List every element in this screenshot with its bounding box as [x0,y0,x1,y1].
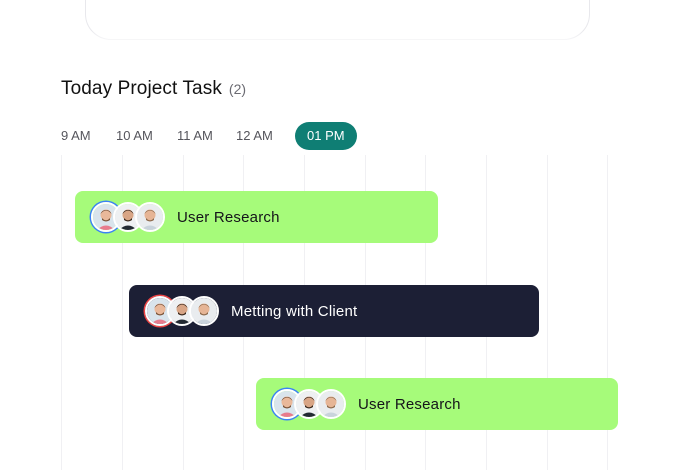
top-fade [60,30,620,46]
task-bar-user-research-2[interactable]: User Research [256,378,618,430]
task-count: (2) [228,81,247,97]
task-label: User Research [358,395,461,413]
time-slot-row: 9 AM 10 AM 11 AM 12 AM 01 PM [0,122,676,150]
time-slot-12am[interactable]: 12 AM [236,122,273,150]
avatar-group [91,202,165,232]
grid-line [61,155,62,470]
task-label: Metting with Client [231,302,358,320]
task-bar-user-research-1[interactable]: User Research [75,191,438,243]
avatar-man-light [316,389,346,419]
section-title: Today Project Task [61,78,222,99]
avatar-group [145,296,219,326]
avatar-man-light [135,202,165,232]
task-label: User Research [177,208,280,226]
time-slot-1pm-active[interactable]: 01 PM [295,122,357,150]
avatar-man-light [189,296,219,326]
time-slot-11am[interactable]: 11 AM [177,122,213,150]
time-slot-10am[interactable]: 10 AM [116,122,153,150]
time-slot-9am[interactable]: 9 AM [61,122,91,150]
task-bar-meeting-with-client[interactable]: Metting with Client [129,285,539,337]
section-header: Today Project Task (2) [61,78,246,100]
avatar-group [272,389,346,419]
